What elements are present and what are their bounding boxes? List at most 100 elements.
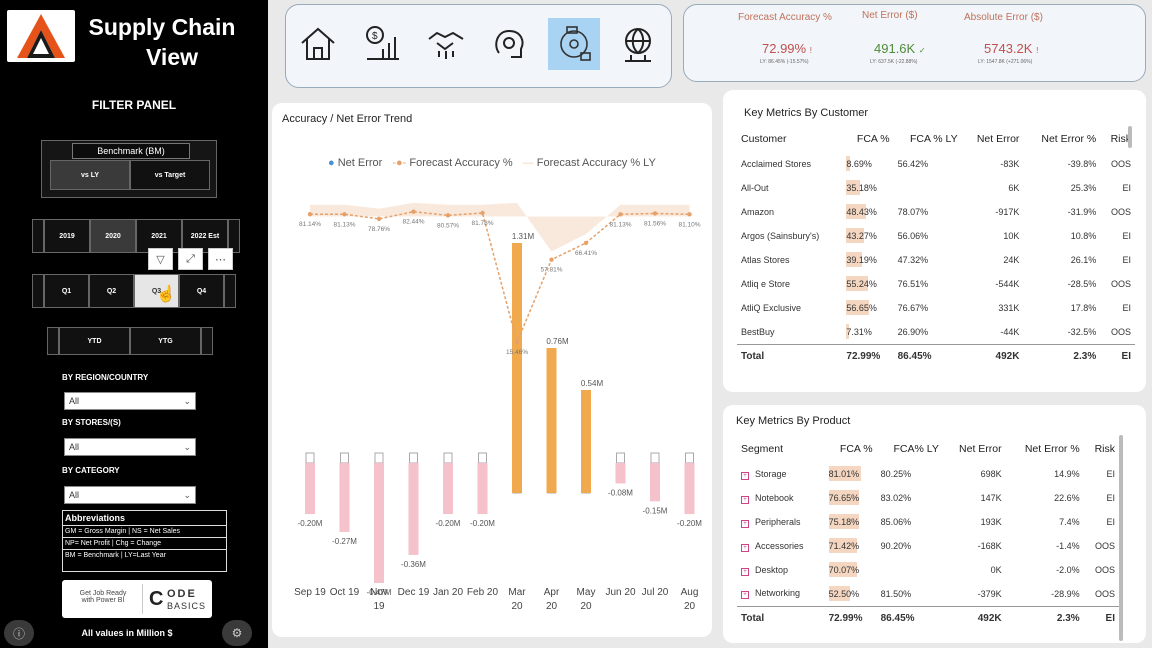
benchmark-marker — [478, 452, 487, 464]
abbreviations-title: Abbreviations — [63, 511, 226, 526]
expand-icon[interactable]: + — [741, 567, 749, 576]
table-cell: 193K — [980, 517, 1002, 527]
x-tick-label: Nov — [370, 587, 388, 598]
table-header-row: Customer FCA % FCA % LY Net Error Net Error … — [737, 126, 1135, 152]
supply-chain-icon[interactable] — [548, 18, 600, 70]
table-cell: EI — [1106, 517, 1115, 527]
table-row[interactable]: + Peripherals 75.18% 85.06% 193K 7.4% EI — [737, 510, 1119, 534]
benchmark-marker — [305, 452, 315, 464]
total-label: Total — [737, 605, 825, 630]
row-label: Argos (Sainsbury's) — [741, 231, 820, 241]
table-row[interactable]: Atlas Stores 39.19% 47.32% 24K 26.1% EI — [737, 248, 1135, 272]
accuracy-data-label: 57.81% — [540, 267, 562, 274]
expand-icon[interactable]: + — [741, 543, 749, 552]
net-error-bar — [339, 463, 350, 532]
benchmark-marker — [650, 452, 660, 464]
expand-icon[interactable]: + — [741, 591, 749, 600]
column-header[interactable]: Net Error — [943, 436, 1006, 462]
column-header[interactable]: Net Error % — [1006, 436, 1084, 462]
accuracy-point — [376, 216, 382, 222]
scrollbar[interactable] — [1119, 435, 1123, 641]
global-network-icon[interactable] — [612, 18, 664, 70]
table-row[interactable]: + Accessories 71.42% 90.20% -168K -1.4% OOS — [737, 534, 1119, 558]
settings-icon[interactable]: ⚙ — [222, 620, 252, 646]
table-row[interactable]: All-Out 35.18% 6K 25.3% EI — [737, 176, 1135, 200]
expand-icon[interactable]: + — [741, 471, 749, 480]
expand-icon[interactable]: + — [741, 519, 749, 528]
table-row[interactable]: + Storage 81.01% 80.25% 698K 14.9% EI — [737, 462, 1119, 486]
more-options-icon[interactable]: ⋯ — [208, 248, 233, 270]
table-row[interactable]: + Networking 52.50% 81.50% -379K -28.9% OOS — [737, 582, 1119, 606]
net-error-bar — [477, 463, 488, 515]
column-header[interactable]: Segment — [737, 436, 825, 462]
legend-item: -●- Forecast Accuracy % — [392, 157, 513, 169]
table-row[interactable]: + Desktop 70.07% 0K -2.0% OOS — [737, 558, 1119, 582]
slicer-edge — [32, 219, 44, 253]
handshake-icon[interactable] — [420, 18, 472, 70]
table-cell: 14.9% — [1054, 469, 1080, 479]
total-cell: 72.99% — [824, 605, 877, 630]
period-ytg[interactable]: YTG — [130, 327, 201, 355]
period-ytd[interactable]: YTD — [59, 327, 130, 355]
row-label: + Networking — [737, 582, 825, 606]
legend-item: ● Net Error — [328, 157, 383, 169]
region-dropdown-value: All — [69, 396, 80, 406]
info-icon[interactable]: ⓘ — [4, 620, 34, 646]
year-2019[interactable]: 2019 — [44, 219, 90, 253]
stores-dropdown[interactable]: All ⌄ — [64, 438, 196, 456]
kpi-panel: Forecast Accuracy % 72.99% ! LY: 86.45% … — [683, 4, 1146, 82]
table-cell: -32.5% — [1067, 326, 1097, 337]
quarter-q1[interactable]: Q1 — [44, 274, 89, 308]
home-icon[interactable] — [292, 18, 344, 70]
table-row[interactable]: Atliq e Store 55.24% 76.51% -544K -28.5% OOS — [737, 272, 1135, 296]
total-cell: EI — [1083, 605, 1119, 630]
benchmark-option-vs-ly[interactable]: vs LY — [50, 160, 130, 190]
column-header[interactable]: FCA % LY — [894, 126, 962, 152]
quarter-q2[interactable]: Q2 — [89, 274, 134, 308]
column-header[interactable]: FCA % — [842, 126, 893, 152]
x-tick-label: 20 — [546, 601, 558, 612]
category-dropdown[interactable]: All ⌄ — [64, 486, 196, 504]
expand-icon[interactable]: + — [741, 495, 749, 504]
region-dropdown[interactable]: All ⌄ — [64, 392, 196, 410]
column-header[interactable]: FCA% LY — [877, 436, 943, 462]
net-error-bar — [408, 463, 419, 555]
accuracy-data-label: 80.57% — [437, 222, 459, 229]
table-row[interactable]: Amazon 48.43% 78.07% -917K -31.9% OOS — [737, 200, 1135, 224]
table-row[interactable]: + Notebook 76.65% 83.02% 147K 22.6% EI — [737, 486, 1119, 510]
year-2020[interactable]: 2020 — [90, 219, 136, 253]
table-row[interactable]: Acclaimed Stores 8.69% 56.42% -83K -39.8% OOS — [737, 152, 1135, 176]
fca-cell: 56.65% — [842, 296, 893, 320]
hand-cursor-icon: ☝ — [156, 286, 176, 303]
accuracy-point — [687, 212, 692, 217]
net-error-bar — [581, 389, 591, 493]
table-cell — [894, 176, 962, 200]
accuracy-data-label: 81.56% — [644, 220, 666, 227]
column-header[interactable]: Net Error — [962, 126, 1024, 152]
quarter-q4[interactable]: Q4 — [179, 274, 224, 308]
column-header[interactable]: Customer — [737, 126, 842, 152]
analytics-head-icon[interactable] — [484, 18, 536, 70]
table-cell: OOS — [1110, 279, 1131, 289]
table-row[interactable]: BestBuy 7.31% 26.90% -44K -32.5% OOS — [737, 320, 1135, 344]
product-metrics-card: Key Metrics By Product Segment FCA % FCA% … — [723, 405, 1146, 643]
finance-icon[interactable]: $ — [356, 18, 408, 70]
column-header[interactable]: Risk — [1084, 436, 1119, 462]
forecast-accuracy-line — [309, 210, 690, 345]
legend-item: — Forecast Accuracy % LY — [522, 157, 656, 169]
promo-banner[interactable]: Get Job Ready with Power BI C ODE BASICS — [62, 580, 212, 618]
table-cell: 76.67% — [897, 303, 929, 313]
x-tick-label: Jun 20 — [605, 587, 635, 598]
benchmark-option-vs-target[interactable]: vs Target — [130, 160, 210, 190]
table-cell: 0K — [990, 565, 1002, 575]
slicer-edge — [201, 327, 213, 355]
filter-icon[interactable]: ▽ — [148, 248, 173, 270]
column-header[interactable]: Net Error % — [1023, 126, 1100, 152]
table-row[interactable]: AtliQ Exclusive 56.65% 76.67% 331K 17.8% EI — [737, 296, 1135, 320]
column-header[interactable]: FCA % — [825, 436, 877, 462]
scrollbar[interactable] — [1128, 126, 1132, 148]
focus-mode-icon[interactable]: ⤢ — [178, 248, 203, 270]
table-row[interactable]: Argos (Sainsbury's) 43.27% 56.06% 10K 10.8% E… — [737, 224, 1135, 248]
x-tick-label: Sep 19 — [294, 587, 326, 598]
accuracy-data-label: 82.44% — [402, 219, 424, 226]
